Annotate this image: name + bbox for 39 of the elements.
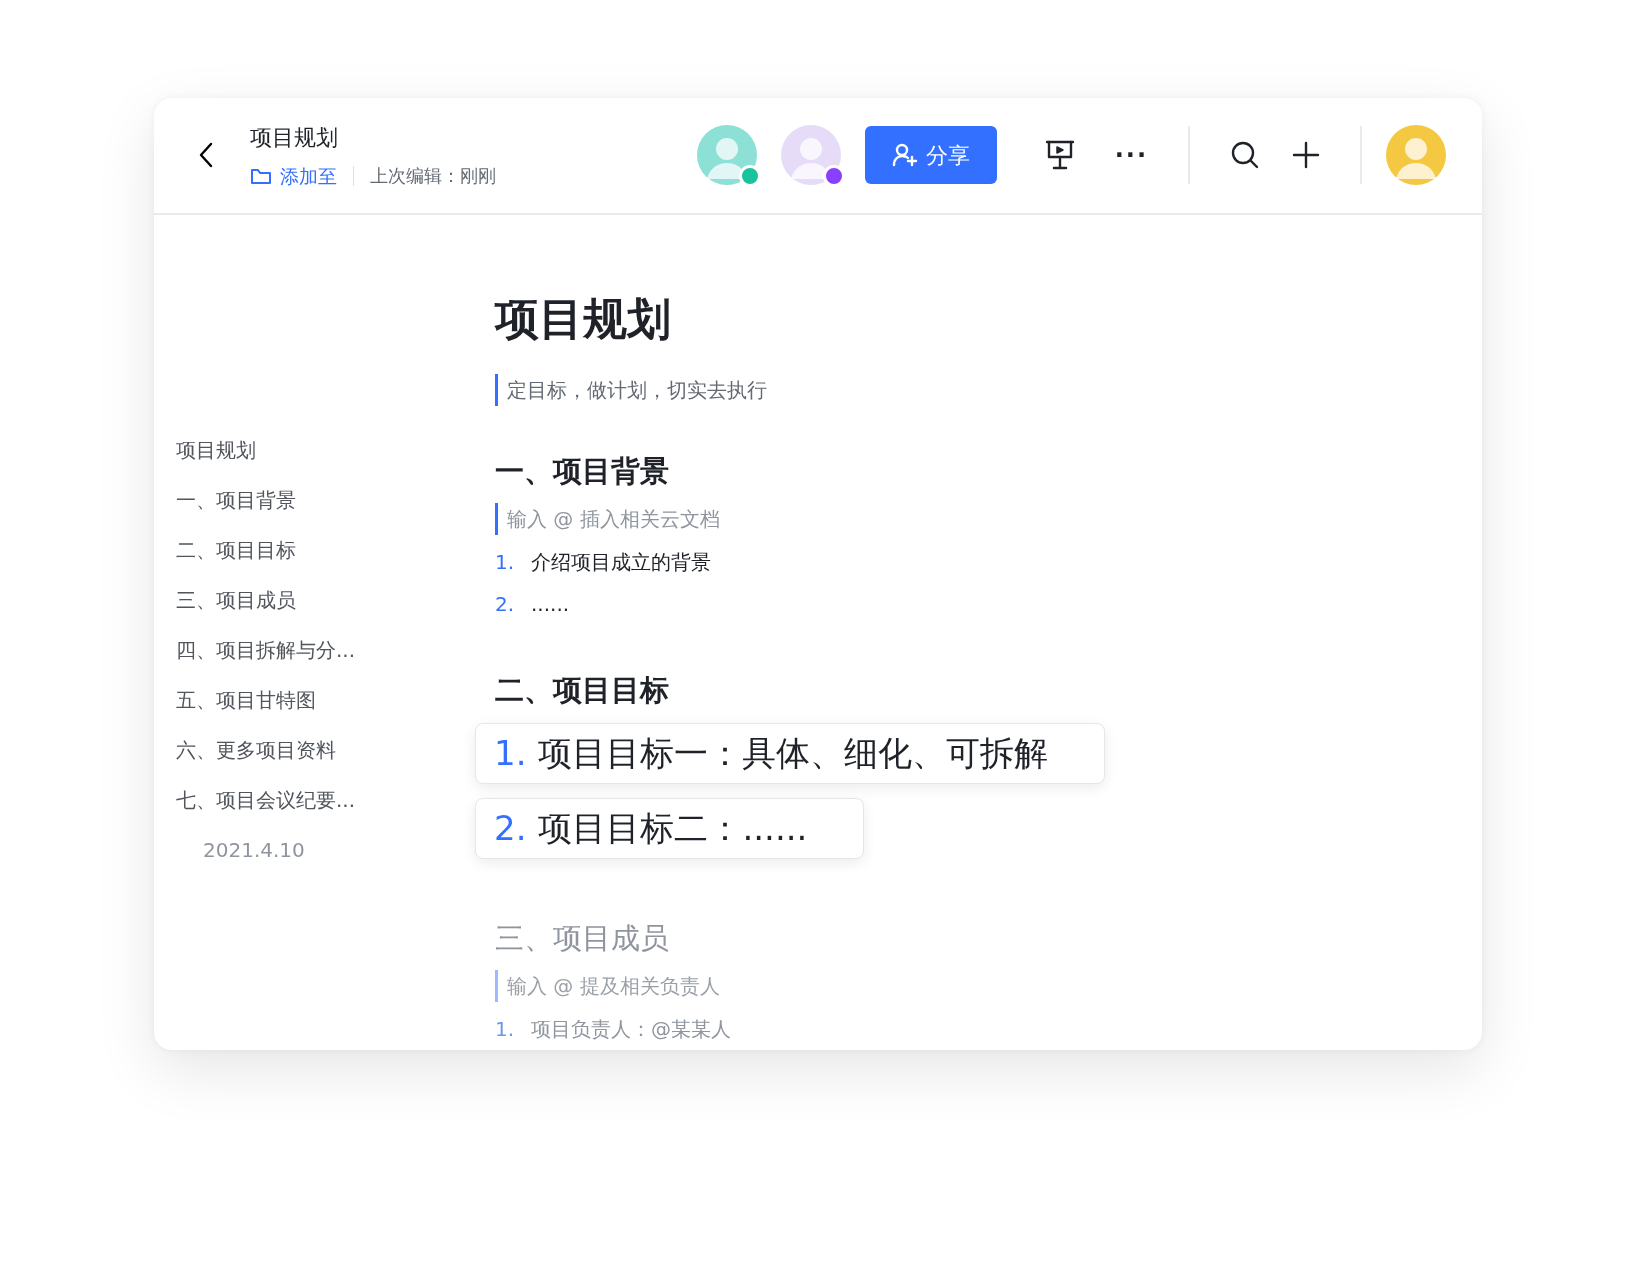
plus-icon bbox=[1292, 141, 1320, 170]
list-text: ...... bbox=[531, 592, 570, 616]
list-text: 介绍项目成立的背景 bbox=[531, 550, 711, 574]
quote-text: 定目标，做计划，切实去执行 bbox=[495, 373, 1106, 406]
search-icon bbox=[1230, 140, 1260, 171]
outline-item[interactable]: 六、更多项目资料 bbox=[176, 724, 336, 775]
add-to-folder-link[interactable]: 添加至 bbox=[250, 161, 337, 191]
list-number: 1. bbox=[495, 1016, 516, 1043]
list-number: 2. bbox=[494, 806, 527, 850]
share-button[interactable]: 分享 bbox=[864, 126, 997, 185]
add-button[interactable] bbox=[1292, 141, 1320, 170]
presentation-icon bbox=[1044, 139, 1075, 172]
hint-text: 输入 @ 提及相关负责人 bbox=[495, 970, 1106, 1002]
list-text: 项目目标一：具体、细化、可拆解 bbox=[538, 731, 1049, 775]
list-number: 1. bbox=[494, 731, 527, 775]
last-edit-text: 上次编辑：刚刚 bbox=[370, 164, 496, 189]
more-button[interactable]: ··· bbox=[1114, 137, 1148, 174]
list-number: 2. bbox=[495, 591, 516, 618]
document-heading: 项目规划 bbox=[495, 292, 672, 346]
list-number: 1. bbox=[495, 549, 516, 576]
back-icon[interactable] bbox=[199, 142, 213, 169]
outline-item[interactable]: 五、项目甘特图 bbox=[176, 674, 316, 725]
document-title: 项目规划 bbox=[250, 123, 339, 152]
add-person-icon bbox=[891, 142, 918, 169]
outline-item[interactable]: 四、项目拆解与分... bbox=[176, 624, 356, 675]
outline-item[interactable]: 三、项目成员 bbox=[176, 574, 296, 625]
present-button[interactable] bbox=[1044, 139, 1075, 172]
outline-item[interactable]: 一、项目背景 bbox=[176, 474, 296, 525]
section-heading: 二、项目目标 bbox=[495, 672, 670, 709]
outline-item[interactable]: 项目规划 bbox=[176, 424, 256, 475]
list-text: 项目目标二：...... bbox=[538, 806, 808, 850]
section-heading: 一、项目背景 bbox=[495, 452, 670, 490]
outline-item[interactable]: 二、项目目标 bbox=[176, 524, 296, 575]
hint-text: 输入 @ 插入相关云文档 bbox=[495, 503, 1106, 535]
folder-icon bbox=[250, 166, 272, 185]
search-button[interactable] bbox=[1230, 140, 1260, 171]
list-text: 项目负责人：@某某人 bbox=[531, 1017, 731, 1041]
outline-item[interactable]: 七、项目会议纪要... bbox=[176, 774, 356, 825]
section-heading: 三、项目成员 bbox=[495, 919, 670, 957]
